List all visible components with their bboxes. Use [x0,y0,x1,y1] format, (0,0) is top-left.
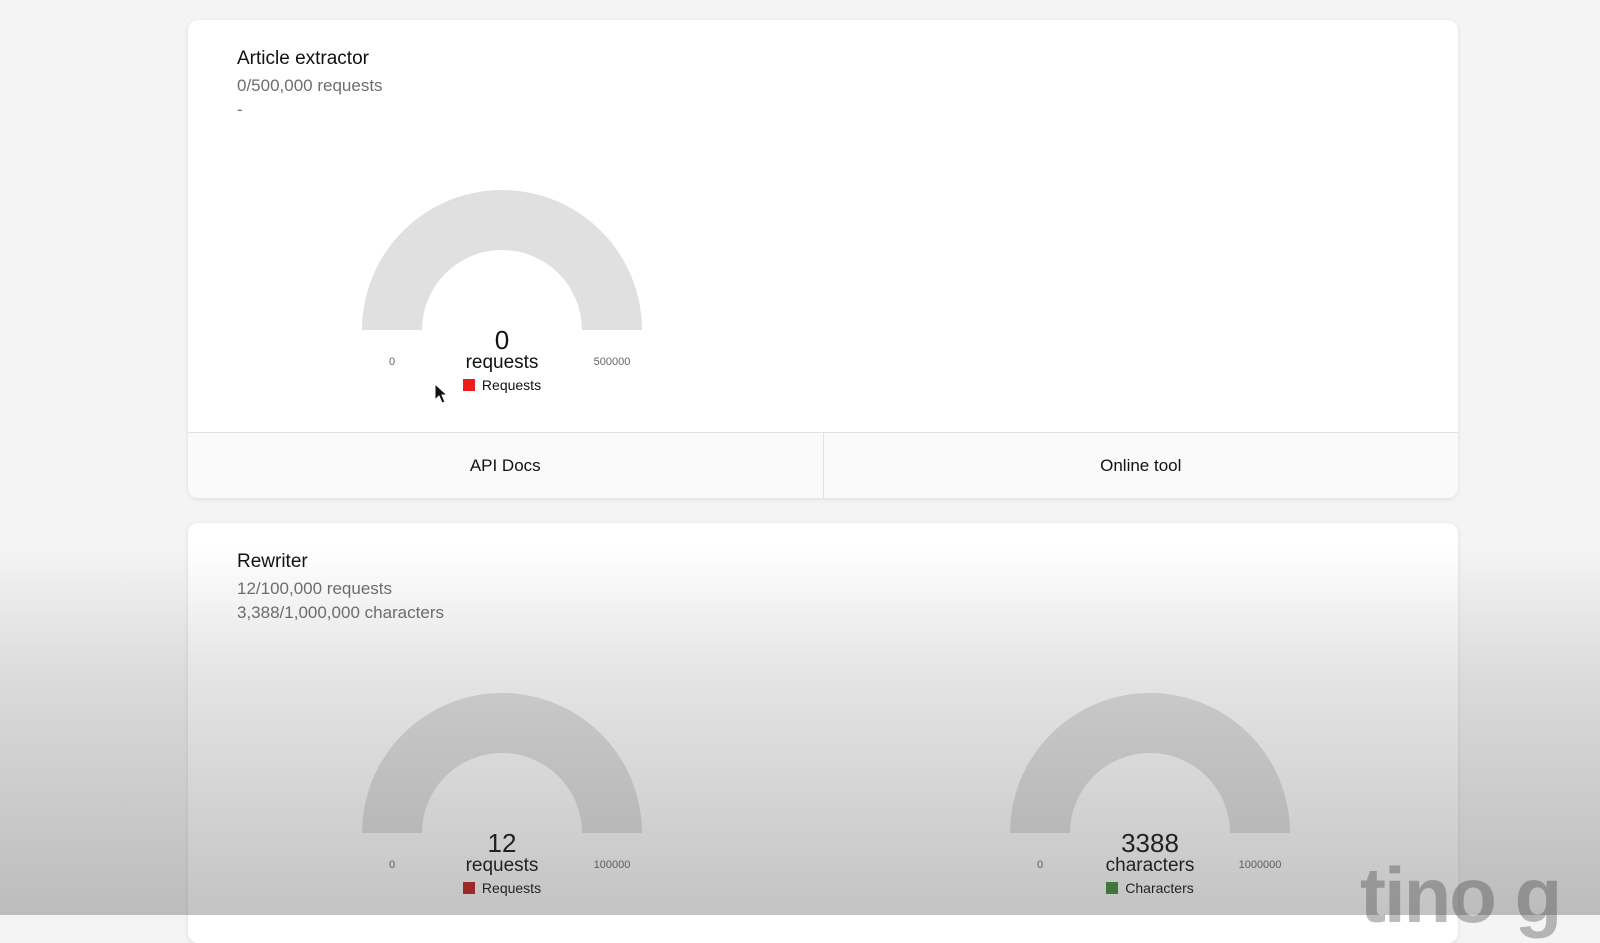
gauge-max-label: 1000000 [1238,859,1282,871]
card-title: Article extractor [237,48,369,69]
secondary-usage: - [237,100,243,119]
characters-gauge: 3388 characters 0 1000000 Characters [1000,693,1300,896]
watermark-logo: tino g [1360,851,1562,939]
online-tool-button[interactable]: Online tool [822,433,1459,498]
requests-usage: 12/100,000 requests [237,579,393,598]
requests-usage: 0/500,000 requests [237,76,383,95]
mouse-cursor-icon [434,383,449,404]
requests-gauge: 12 requests 0 100000 Requests [352,693,652,896]
rewriter-card: Rewriter 12/100,000 requests 3,388/1,000… [188,523,1458,943]
gauge-max-label: 500000 [593,356,631,368]
gauge-legend: Characters [1000,880,1300,896]
card-actions: API Docs Online tool [188,432,1458,498]
gauge-min-label: 0 [388,859,396,871]
legend-label: Requests [481,377,542,393]
gauge-min-label: 0 [1036,859,1044,871]
requests-gauge: 0 requests 0 500000 Requests [352,190,652,393]
legend-label: Requests [481,880,542,896]
characters-usage: 3,388/1,000,000 characters [237,603,444,622]
card-title: Rewriter [237,551,308,572]
gauge-legend: Requests [352,377,652,393]
gauge-track [1010,693,1290,833]
gauge-legend: Requests [352,880,652,896]
api-docs-button[interactable]: API Docs [188,433,823,498]
gauge-track [362,693,642,833]
legend-swatch [462,882,475,894]
gauge-track [362,190,642,330]
legend-label: Characters [1125,880,1194,896]
gauge-max-label: 100000 [593,859,631,871]
legend-swatch [462,379,475,391]
article-extractor-card: Article extractor 0/500,000 requests - 0… [188,20,1458,498]
legend-swatch [1106,882,1119,894]
gauge-min-label: 0 [388,356,396,368]
